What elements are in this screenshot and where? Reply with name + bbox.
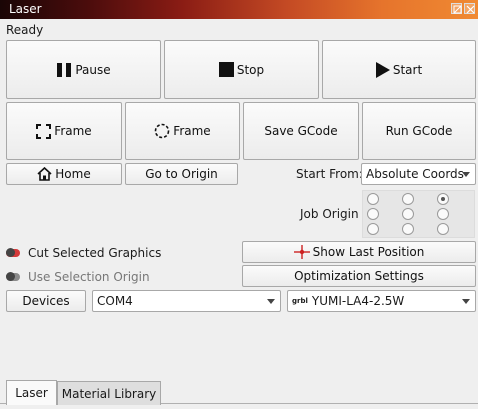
tab-label: Laser bbox=[15, 386, 48, 400]
run-gcode-button[interactable]: Run GCode bbox=[362, 102, 476, 160]
devices-label: Devices bbox=[22, 294, 70, 308]
tab-material-library[interactable]: Material Library bbox=[57, 381, 161, 405]
origin-center-radio[interactable] bbox=[402, 208, 414, 220]
use-selection-origin-label: Use Selection Origin bbox=[28, 270, 150, 284]
job-origin-label: Job Origin bbox=[300, 207, 359, 221]
crosshair-icon bbox=[293, 245, 310, 259]
toggle-knob bbox=[6, 248, 15, 257]
chevron-down-icon bbox=[462, 172, 470, 177]
run-gcode-label: Run GCode bbox=[385, 124, 453, 138]
go-to-origin-label: Go to Origin bbox=[145, 167, 218, 181]
home-icon bbox=[37, 167, 52, 181]
origin-bottom-left-radio[interactable] bbox=[367, 223, 379, 235]
chevron-down-icon bbox=[267, 299, 275, 304]
device-dropdown[interactable]: grbl YUMI-LA4-2.5W bbox=[287, 290, 476, 312]
float-window-icon[interactable] bbox=[451, 3, 462, 14]
origin-middle-left-radio[interactable] bbox=[367, 208, 379, 220]
job-origin-grid bbox=[362, 190, 475, 238]
pause-button[interactable]: Pause bbox=[6, 40, 161, 99]
chevron-down-icon bbox=[462, 299, 470, 304]
close-icon[interactable] bbox=[464, 3, 475, 14]
stop-icon bbox=[218, 62, 234, 77]
cut-selected-graphics-label: Cut Selected Graphics bbox=[28, 246, 162, 260]
origin-top-left-radio[interactable] bbox=[367, 193, 379, 205]
start-from-label: Start From: bbox=[296, 167, 363, 181]
port-value: COM4 bbox=[97, 294, 133, 308]
go-to-origin-button[interactable]: Go to Origin bbox=[125, 163, 238, 185]
window-title: Laser bbox=[9, 2, 42, 16]
origin-bottom-center-radio[interactable] bbox=[402, 223, 414, 235]
port-dropdown[interactable]: COM4 bbox=[92, 290, 281, 312]
title-bar: Laser bbox=[0, 0, 478, 19]
tab-label: Material Library bbox=[61, 386, 157, 401]
tab-laser[interactable]: Laser bbox=[6, 380, 57, 405]
frame-square-label: Frame bbox=[54, 124, 92, 138]
toggle-knob bbox=[6, 272, 15, 281]
cut-selected-graphics-toggle[interactable] bbox=[6, 248, 20, 257]
stop-label: Stop bbox=[236, 62, 265, 77]
frame-circle-button[interactable]: Frame bbox=[125, 102, 240, 160]
frame-square-button[interactable]: Frame bbox=[6, 102, 122, 160]
start-from-dropdown[interactable]: Absolute Coords bbox=[361, 163, 476, 185]
origin-bottom-right-radio[interactable] bbox=[437, 223, 449, 235]
home-label: Home bbox=[55, 167, 91, 181]
status-text: Ready bbox=[6, 23, 44, 37]
save-gcode-button[interactable]: Save GCode bbox=[243, 102, 359, 160]
home-button[interactable]: Home bbox=[6, 163, 122, 185]
grbl-badge: grbl bbox=[292, 297, 308, 305]
start-from-value: Absolute Coords bbox=[366, 167, 464, 181]
save-gcode-label: Save GCode bbox=[264, 124, 338, 138]
optimization-settings-button[interactable]: Optimization Settings bbox=[242, 265, 476, 287]
device-value: YUMI-LA4-2.5W bbox=[311, 294, 405, 308]
frame-circle-label: Frame bbox=[173, 124, 211, 138]
origin-top-center-radio[interactable] bbox=[402, 193, 414, 205]
origin-top-right-radio[interactable] bbox=[437, 193, 449, 205]
show-last-position-label: Show Last Position bbox=[312, 245, 425, 259]
play-icon bbox=[375, 61, 390, 78]
frame-square-icon bbox=[36, 123, 52, 139]
start-label: Start bbox=[392, 62, 423, 77]
stop-button[interactable]: Stop bbox=[164, 40, 319, 99]
show-last-position-button[interactable]: Show Last Position bbox=[242, 241, 476, 263]
start-button[interactable]: Start bbox=[322, 40, 476, 99]
origin-middle-right-radio[interactable] bbox=[437, 208, 449, 220]
frame-circle-icon bbox=[154, 123, 170, 139]
pause-label: Pause bbox=[75, 62, 111, 77]
pause-icon bbox=[56, 62, 72, 78]
optimization-settings-label: Optimization Settings bbox=[294, 269, 424, 283]
use-selection-origin-toggle[interactable] bbox=[6, 272, 20, 281]
devices-button[interactable]: Devices bbox=[6, 290, 86, 312]
